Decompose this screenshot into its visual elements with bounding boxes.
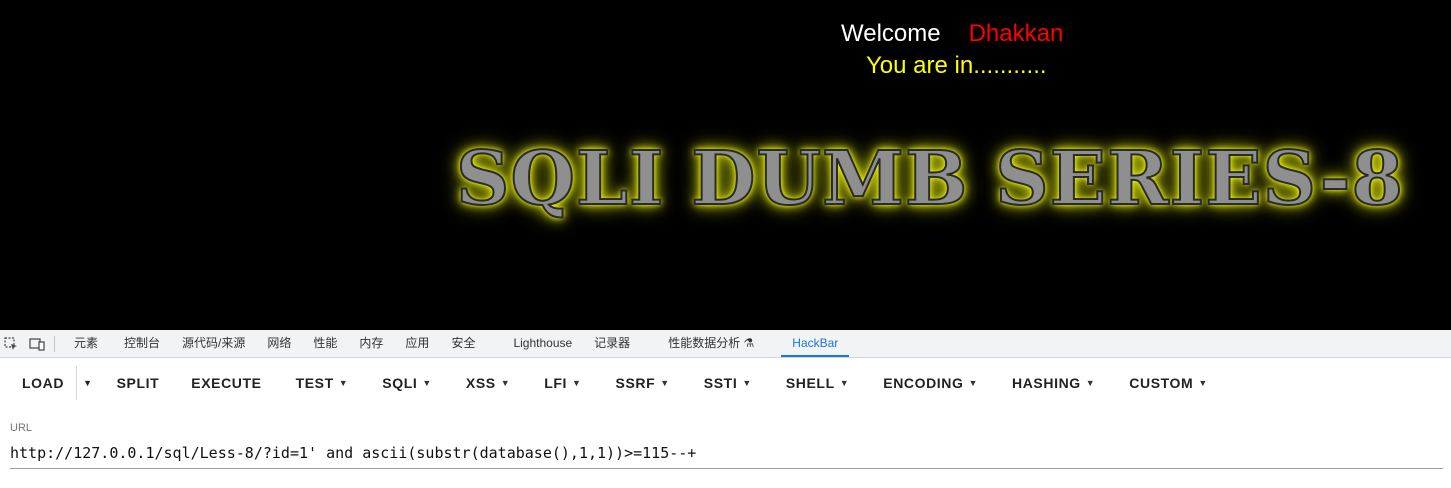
welcome-line: Welcome Dhakkan [841, 20, 1063, 48]
shell-label: SHELL [785, 375, 835, 391]
ssti-label: SSTI [703, 375, 738, 391]
caret-down-icon: ▼ [1085, 378, 1096, 388]
caret-down-icon: ▼ [1198, 378, 1208, 388]
tab-recorder[interactable]: 记录器 [583, 330, 641, 357]
caret-down-icon: ▼ [422, 378, 432, 388]
user-name: Dhakkan [968, 20, 1064, 47]
ssrf-menu-button[interactable]: SSRF ▼ [604, 366, 682, 400]
shell-menu-button[interactable]: SHELL ▼ [774, 366, 861, 400]
caret-down-icon: ▼ [83, 378, 93, 388]
tab-application[interactable]: 应用 [394, 330, 440, 357]
split-button[interactable]: SPLIT [105, 366, 172, 400]
tab-lighthouse[interactable]: Lighthouse [502, 330, 583, 357]
devtools-tabbar: 元素 控制台 源代码/来源 网络 性能 内存 应用 安全 Lighthouse … [0, 330, 1451, 358]
encoding-menu-button[interactable]: ENCODING ▼ [871, 366, 990, 400]
caret-down-icon: ▼ [742, 378, 752, 388]
tab-performance-insights[interactable]: 性能数据分析 ⚗ [657, 330, 765, 357]
xss-label: XSS [465, 375, 496, 391]
load-dropdown-button[interactable]: ▼ [77, 366, 99, 400]
inspect-element-icon[interactable] [2, 335, 20, 353]
tab-performance[interactable]: 性能 [302, 330, 348, 357]
tab-console[interactable]: 控制台 [113, 330, 171, 357]
caret-down-icon: ▼ [660, 378, 670, 388]
series-banner: SQLI DUMB SERIES-8 [455, 135, 1404, 223]
tab-elements[interactable]: 元素 [63, 330, 109, 357]
device-toolbar-icon[interactable] [28, 335, 46, 353]
custom-label: CUSTOM [1129, 375, 1194, 391]
tab-sources[interactable]: 源代码/来源 [171, 330, 256, 357]
ssti-menu-button[interactable]: SSTI ▼ [692, 366, 764, 400]
url-label: URL [10, 422, 33, 434]
xss-menu-button[interactable]: XSS ▼ [454, 366, 522, 400]
load-button[interactable]: LOAD [10, 366, 76, 400]
tabbar-divider [54, 335, 55, 352]
encoding-label: ENCODING [883, 375, 964, 391]
caret-down-icon: ▼ [500, 378, 511, 388]
caret-down-icon: ▼ [572, 378, 582, 388]
sqli-menu-button[interactable]: SQLI ▼ [370, 366, 444, 400]
load-button-group: LOAD [10, 366, 78, 400]
status-message: You are in........... [866, 52, 1047, 79]
test-label: TEST [295, 375, 334, 391]
welcome-text: Welcome [841, 20, 941, 47]
caret-down-icon: ▼ [839, 378, 850, 388]
devtools-panel: 元素 控制台 源代码/来源 网络 性能 内存 应用 安全 Lighthouse … [0, 330, 1451, 488]
web-page: Welcome Dhakkan You are in........... SQL… [0, 0, 1451, 330]
caret-down-icon: ▼ [968, 378, 979, 388]
lfi-menu-button[interactable]: LFI ▼ [532, 366, 593, 400]
caret-down-icon: ▼ [338, 378, 349, 388]
execute-button[interactable]: EXECUTE [179, 366, 273, 400]
custom-menu-button[interactable]: CUSTOM ▼ [1117, 366, 1220, 400]
ssrf-label: SSRF [615, 375, 656, 391]
tab-hackbar[interactable]: HackBar [781, 330, 850, 357]
url-section: URL [10, 422, 1443, 469]
tab-network[interactable]: 网络 [256, 330, 302, 357]
test-menu-button[interactable]: TEST ▼ [284, 366, 361, 400]
lfi-label: LFI [544, 375, 568, 391]
hashing-label: HASHING [1012, 375, 1081, 391]
sqli-label: SQLI [382, 375, 418, 391]
tab-security[interactable]: 安全 [440, 330, 486, 357]
hashing-menu-button[interactable]: HASHING ▼ [1000, 366, 1107, 400]
tab-memory[interactable]: 内存 [348, 330, 394, 357]
url-input[interactable] [10, 442, 1443, 469]
hackbar-toolbar: LOAD ▼ SPLIT EXECUTE TEST ▼ SQLI ▼ XSS ▼ LF… [0, 358, 1451, 408]
